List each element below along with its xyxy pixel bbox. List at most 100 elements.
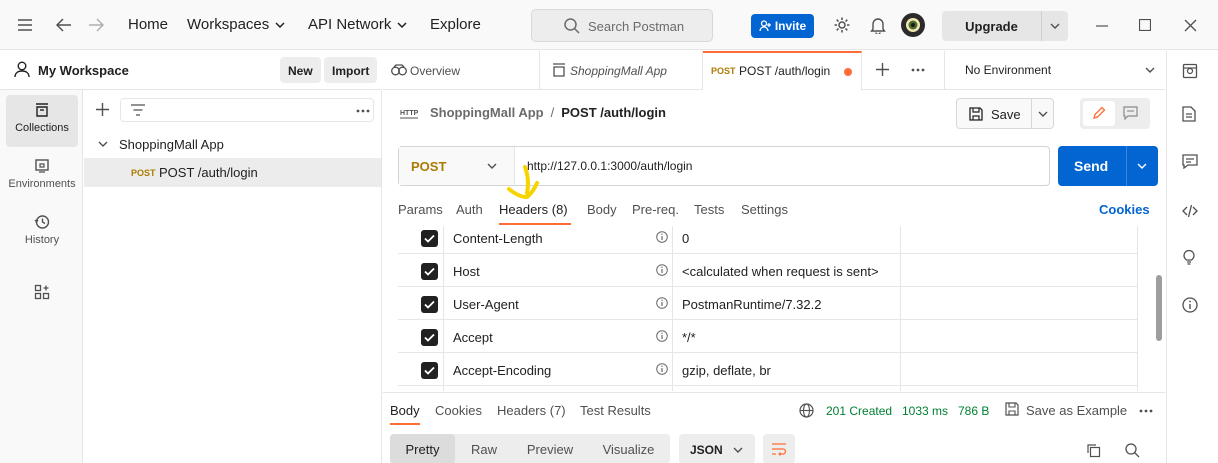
nav-home[interactable]: Home [128, 16, 168, 33]
globe-icon[interactable] [799, 403, 814, 418]
comments-icon[interactable] [1182, 154, 1198, 169]
format-pretty[interactable]: Pretty [390, 434, 455, 463]
edit-mode-button[interactable] [1083, 101, 1115, 126]
row-checkbox[interactable] [421, 296, 438, 313]
row-checkbox[interactable] [421, 230, 438, 247]
headers-table: Content-Length 0 Host <calculated when r… [398, 226, 1138, 391]
breadcrumb-current[interactable]: POST /auth/login [561, 105, 666, 120]
back-arrow-icon[interactable] [56, 18, 72, 32]
chevron-down-icon[interactable] [98, 141, 108, 147]
format-raw[interactable]: Raw [455, 434, 513, 463]
copy-icon[interactable] [1086, 443, 1101, 458]
more-options-icon[interactable] [356, 109, 370, 113]
header-value: <calculated when request is sent> [682, 264, 879, 279]
forward-arrow-icon[interactable] [88, 18, 104, 32]
row-checkbox[interactable] [421, 362, 438, 379]
tab-body[interactable]: Body [587, 202, 617, 217]
response-tab-body[interactable]: Body [390, 403, 420, 418]
response-time[interactable]: 1033 ms [902, 404, 948, 418]
chevron-down-icon[interactable] [1050, 23, 1060, 29]
add-icon[interactable] [96, 103, 109, 116]
more-tabs-icon[interactable] [911, 68, 925, 72]
tab-active-request[interactable]: POST POST /auth/login [703, 51, 862, 90]
save-button[interactable]: Save [956, 98, 1054, 129]
rail-collections[interactable]: Collections [6, 95, 78, 147]
tab-overview[interactable]: Overview [383, 51, 540, 90]
search-icon[interactable] [1125, 443, 1140, 458]
language-value: JSON [690, 443, 723, 457]
rail-apps[interactable] [6, 277, 78, 307]
tab-collection[interactable]: ShoppingMall App [540, 51, 703, 90]
header-value: 0 [682, 231, 690, 246]
response-size[interactable]: 786 B [958, 404, 989, 418]
new-button[interactable]: New [280, 57, 321, 83]
tab-params[interactable]: Params [398, 202, 443, 217]
description-cell [901, 386, 1138, 391]
key-cell [444, 386, 673, 391]
method-select[interactable]: POST [399, 147, 515, 185]
collection-item[interactable]: ShoppingMall App [84, 130, 381, 159]
info-icon[interactable] [656, 363, 668, 375]
row-checkbox[interactable] [421, 263, 438, 280]
minimize-icon[interactable] [1096, 25, 1108, 27]
tab-prereq[interactable]: Pre-req. [632, 202, 679, 217]
collection-icon [552, 63, 566, 77]
scrollbar[interactable] [1156, 275, 1162, 341]
save-as-example-button[interactable]: Save as Example [1026, 403, 1127, 418]
upgrade-button[interactable]: Upgrade [942, 11, 1068, 41]
tab-tests[interactable]: Tests [694, 202, 724, 217]
cookies-link[interactable]: Cookies [1099, 202, 1150, 217]
environment-quicklook-icon[interactable] [1182, 63, 1198, 79]
tab-settings[interactable]: Settings [741, 202, 788, 217]
avatar[interactable] [901, 13, 925, 37]
breadcrumb-parent[interactable]: ShoppingMall App [430, 105, 544, 120]
table-row: Content-Length 0 [398, 226, 1138, 254]
maximize-icon[interactable] [1139, 19, 1151, 31]
close-icon[interactable] [1184, 19, 1197, 32]
apps-grid-icon [6, 284, 78, 300]
response-tab-test-results[interactable]: Test Results [580, 403, 651, 418]
notifications-bell-icon[interactable] [870, 16, 886, 34]
invite-button[interactable]: Invite [751, 14, 814, 38]
language-select[interactable]: JSON [679, 434, 755, 463]
tab-headers[interactable]: Headers (8) [499, 202, 568, 217]
settings-gear-icon[interactable] [833, 16, 851, 34]
response-tab-cookies[interactable]: Cookies [435, 403, 482, 418]
row-checkbox[interactable] [421, 329, 438, 346]
info-icon[interactable] [1182, 297, 1198, 313]
info-icon[interactable] [656, 231, 668, 243]
search-input[interactable]: Search Postman [531, 9, 713, 42]
chevron-down-icon[interactable] [1038, 111, 1048, 117]
documentation-icon[interactable] [1182, 106, 1196, 122]
format-preview[interactable]: Preview [513, 434, 587, 463]
header-key: Content-Length [453, 231, 543, 246]
send-button[interactable]: Send [1058, 146, 1158, 186]
nav-api-network[interactable]: API Network [308, 16, 407, 33]
more-options-icon[interactable] [1139, 409, 1153, 413]
status-code[interactable]: 201 Created [826, 404, 892, 418]
url-input[interactable]: http://127.0.0.1:3000/auth/login [527, 159, 692, 173]
tab-method-badge: POST [711, 66, 736, 76]
rail-environments[interactable]: Environments [6, 151, 78, 203]
chevron-down-icon[interactable] [1137, 163, 1147, 169]
info-icon[interactable] [656, 297, 668, 309]
format-visualize[interactable]: Visualize [587, 434, 670, 463]
tab-auth[interactable]: Auth [456, 202, 483, 217]
new-tab-icon[interactable] [876, 63, 889, 76]
value-cell [673, 320, 901, 353]
nav-workspaces[interactable]: Workspaces [187, 16, 285, 33]
response-tab-headers[interactable]: Headers (7) [497, 403, 566, 418]
request-item[interactable]: POST POST /auth/login [84, 158, 381, 187]
lightbulb-icon[interactable] [1182, 249, 1196, 265]
filter-input[interactable] [120, 98, 374, 122]
comment-mode-icon[interactable] [1123, 106, 1138, 120]
environment-selector[interactable]: No Environment [944, 51, 1165, 89]
code-icon[interactable] [1182, 204, 1198, 218]
nav-explore[interactable]: Explore [430, 16, 481, 33]
import-button[interactable]: Import [324, 57, 378, 83]
rail-history[interactable]: History [6, 207, 78, 259]
info-icon[interactable] [656, 264, 668, 276]
info-icon[interactable] [656, 330, 668, 342]
wrap-lines-button[interactable] [763, 434, 795, 463]
menu-icon[interactable] [18, 19, 32, 31]
